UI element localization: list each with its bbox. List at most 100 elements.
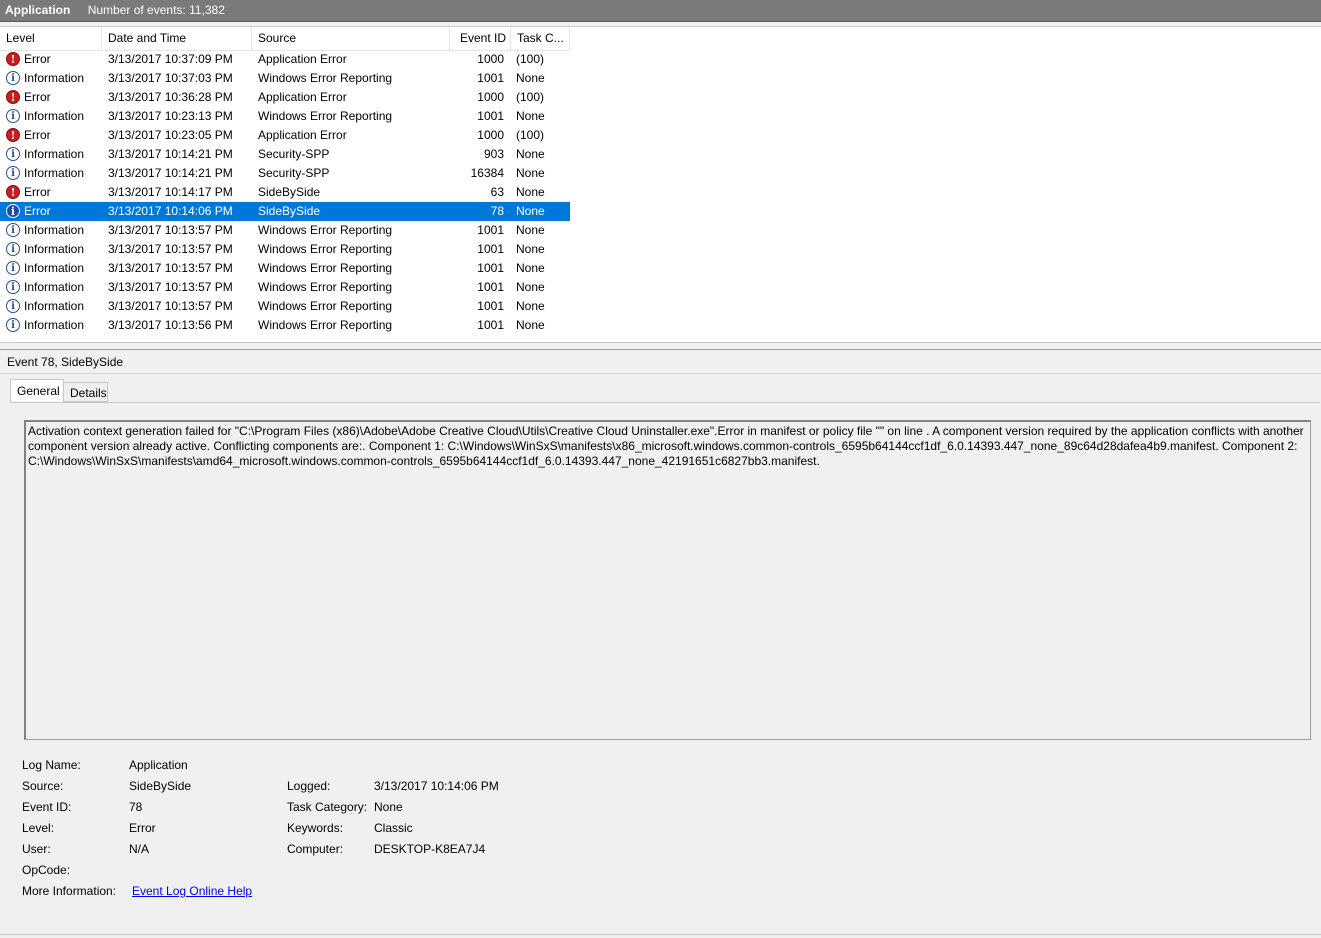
error-icon: !: [6, 52, 20, 66]
value-keywords: Classic: [374, 821, 413, 835]
tab-details[interactable]: Details: [64, 382, 108, 402]
event-row[interactable]: ! Error 3/13/2017 10:37:09 PM Application E…: [0, 50, 570, 69]
event-level: i Information: [6, 69, 100, 88]
event-level-text: Information: [24, 261, 85, 275]
event-rows: ! Error 3/13/2017 10:37:09 PM Application E…: [0, 50, 570, 342]
event-date: 3/13/2017 10:14:21 PM: [108, 166, 233, 180]
value-computer: DESKTOP-K8EA7J4: [374, 842, 486, 856]
event-row[interactable]: ! Error 3/13/2017 10:23:05 PM Application E…: [0, 126, 570, 145]
event-row[interactable]: i Information 3/13/2017 10:13:57 PM Windows…: [0, 240, 570, 259]
event-level-text: Information: [24, 299, 85, 313]
event-id: 16384: [470, 166, 504, 180]
info-icon: i: [6, 299, 20, 313]
event-id: 1001: [477, 223, 504, 237]
info-icon: i: [6, 280, 20, 294]
event-row[interactable]: i Information 3/13/2017 10:13:56 PM Windows…: [0, 316, 570, 335]
info-icon: i: [6, 166, 20, 180]
event-row[interactable]: i Information 3/13/2017 10:23:13 PM Windows…: [0, 107, 570, 126]
event-level-text: Information: [24, 223, 85, 237]
label-source: Source:: [22, 779, 64, 793]
event-row[interactable]: i Information 3/13/2017 10:13:57 PM Windows…: [0, 259, 570, 278]
value-task-category: None: [374, 800, 403, 814]
event-source: Windows Error Reporting: [258, 280, 393, 294]
event-date: 3/13/2017 10:37:03 PM: [108, 71, 233, 85]
event-source: Application Error: [258, 90, 347, 104]
event-task-category: None: [516, 299, 545, 313]
event-task-category: None: [516, 185, 545, 199]
event-source: Windows Error Reporting: [258, 242, 393, 256]
event-row[interactable]: i Information 3/13/2017 10:14:21 PM Securit…: [0, 145, 570, 164]
event-row[interactable]: ! Error 3/13/2017 10:14:17 PM SideBySide 63 N…: [0, 183, 570, 202]
event-level: i Information: [6, 107, 100, 126]
event-list[interactable]: Level Date and Time Source Event ID Task…: [0, 27, 1321, 342]
log-name-title: Application: [5, 3, 71, 17]
event-source: SideBySide: [258, 204, 321, 218]
info-icon: i: [6, 242, 20, 256]
log-header-bar: Application Number of events: 11,382: [0, 0, 1321, 22]
event-level-text: Information: [24, 71, 85, 85]
column-header-event-id[interactable]: Event ID: [450, 27, 511, 50]
event-id: 1001: [477, 280, 504, 294]
column-header-task-category[interactable]: Task C...: [511, 27, 570, 50]
event-source: Windows Error Reporting: [258, 223, 393, 237]
value-log-name: Application: [129, 758, 188, 772]
event-task-category: None: [516, 223, 545, 237]
event-level: i Information: [6, 297, 100, 316]
event-id: 63: [490, 185, 504, 199]
event-count: Number of events: 11,382: [87, 3, 225, 17]
column-header-level[interactable]: Level: [0, 27, 102, 50]
event-level: ! Error: [6, 126, 100, 145]
event-level-text: Information: [24, 318, 85, 332]
event-level: i Information: [6, 145, 100, 164]
event-id: 1001: [477, 109, 504, 123]
event-task-category: None: [516, 318, 545, 332]
event-task-category: None: [516, 109, 545, 123]
event-date: 3/13/2017 10:13:57 PM: [108, 261, 233, 275]
value-logged: 3/13/2017 10:14:06 PM: [374, 779, 499, 793]
event-row[interactable]: i Information 3/13/2017 10:13:57 PM Windows…: [0, 278, 570, 297]
event-task-category: None: [516, 71, 545, 85]
event-date: 3/13/2017 10:13:57 PM: [108, 242, 233, 256]
event-source: Security-SPP: [258, 147, 330, 161]
label-computer: Computer:: [287, 842, 344, 856]
event-level: i Information: [6, 221, 100, 240]
event-id: 1001: [477, 71, 504, 85]
event-level: i Information: [6, 259, 100, 278]
value-event-id: 78: [129, 800, 143, 814]
column-header-source[interactable]: Source: [252, 27, 450, 50]
label-user: User:: [22, 842, 51, 856]
event-level-text: Information: [24, 166, 85, 180]
event-task-category: None: [516, 261, 545, 275]
event-level-text: Information: [24, 147, 85, 161]
event-source: Application Error: [258, 52, 347, 66]
event-log-online-help-link[interactable]: Event Log Online Help: [132, 881, 252, 902]
event-source: Application Error: [258, 128, 347, 142]
event-task-category: (100): [516, 90, 545, 104]
error-icon: !: [6, 185, 20, 199]
label-level: Level:: [22, 821, 55, 835]
event-row-selected[interactable]: i Error 3/13/2017 10:14:06 PM SideBySide 78 N…: [0, 202, 570, 221]
event-id: 1000: [477, 52, 504, 66]
event-source: Windows Error Reporting: [258, 318, 393, 332]
event-date: 3/13/2017 10:23:13 PM: [108, 109, 233, 123]
event-row[interactable]: i Information 3/13/2017 10:13:57 PM Windows…: [0, 221, 570, 240]
event-level: ! Error: [6, 88, 100, 107]
event-message-box[interactable]: Activation context generation failed for…: [24, 420, 1311, 740]
event-level-text: Error: [24, 52, 51, 66]
event-source: Windows Error Reporting: [258, 71, 393, 85]
event-level: ! Error: [6, 183, 100, 202]
tab-general[interactable]: General: [10, 379, 64, 402]
pane-splitter[interactable]: [0, 342, 1321, 350]
column-header-date[interactable]: Date and Time: [102, 27, 252, 50]
label-log-name: Log Name:: [22, 758, 81, 772]
event-row[interactable]: ! Error 3/13/2017 10:36:28 PM Application E…: [0, 88, 570, 107]
event-source: Windows Error Reporting: [258, 109, 393, 123]
error-icon: i: [6, 204, 20, 218]
event-row-partial[interactable]: [0, 335, 570, 342]
event-row[interactable]: i Information 3/13/2017 10:14:21 PM Securit…: [0, 164, 570, 183]
event-row[interactable]: i Information 3/13/2017 10:37:03 PM Windows…: [0, 69, 570, 88]
value-user: N/A: [129, 842, 150, 856]
event-level: i Information: [6, 316, 100, 335]
event-row[interactable]: i Information 3/13/2017 10:13:57 PM Windows…: [0, 297, 570, 316]
event-date: 3/13/2017 10:13:57 PM: [108, 299, 233, 313]
